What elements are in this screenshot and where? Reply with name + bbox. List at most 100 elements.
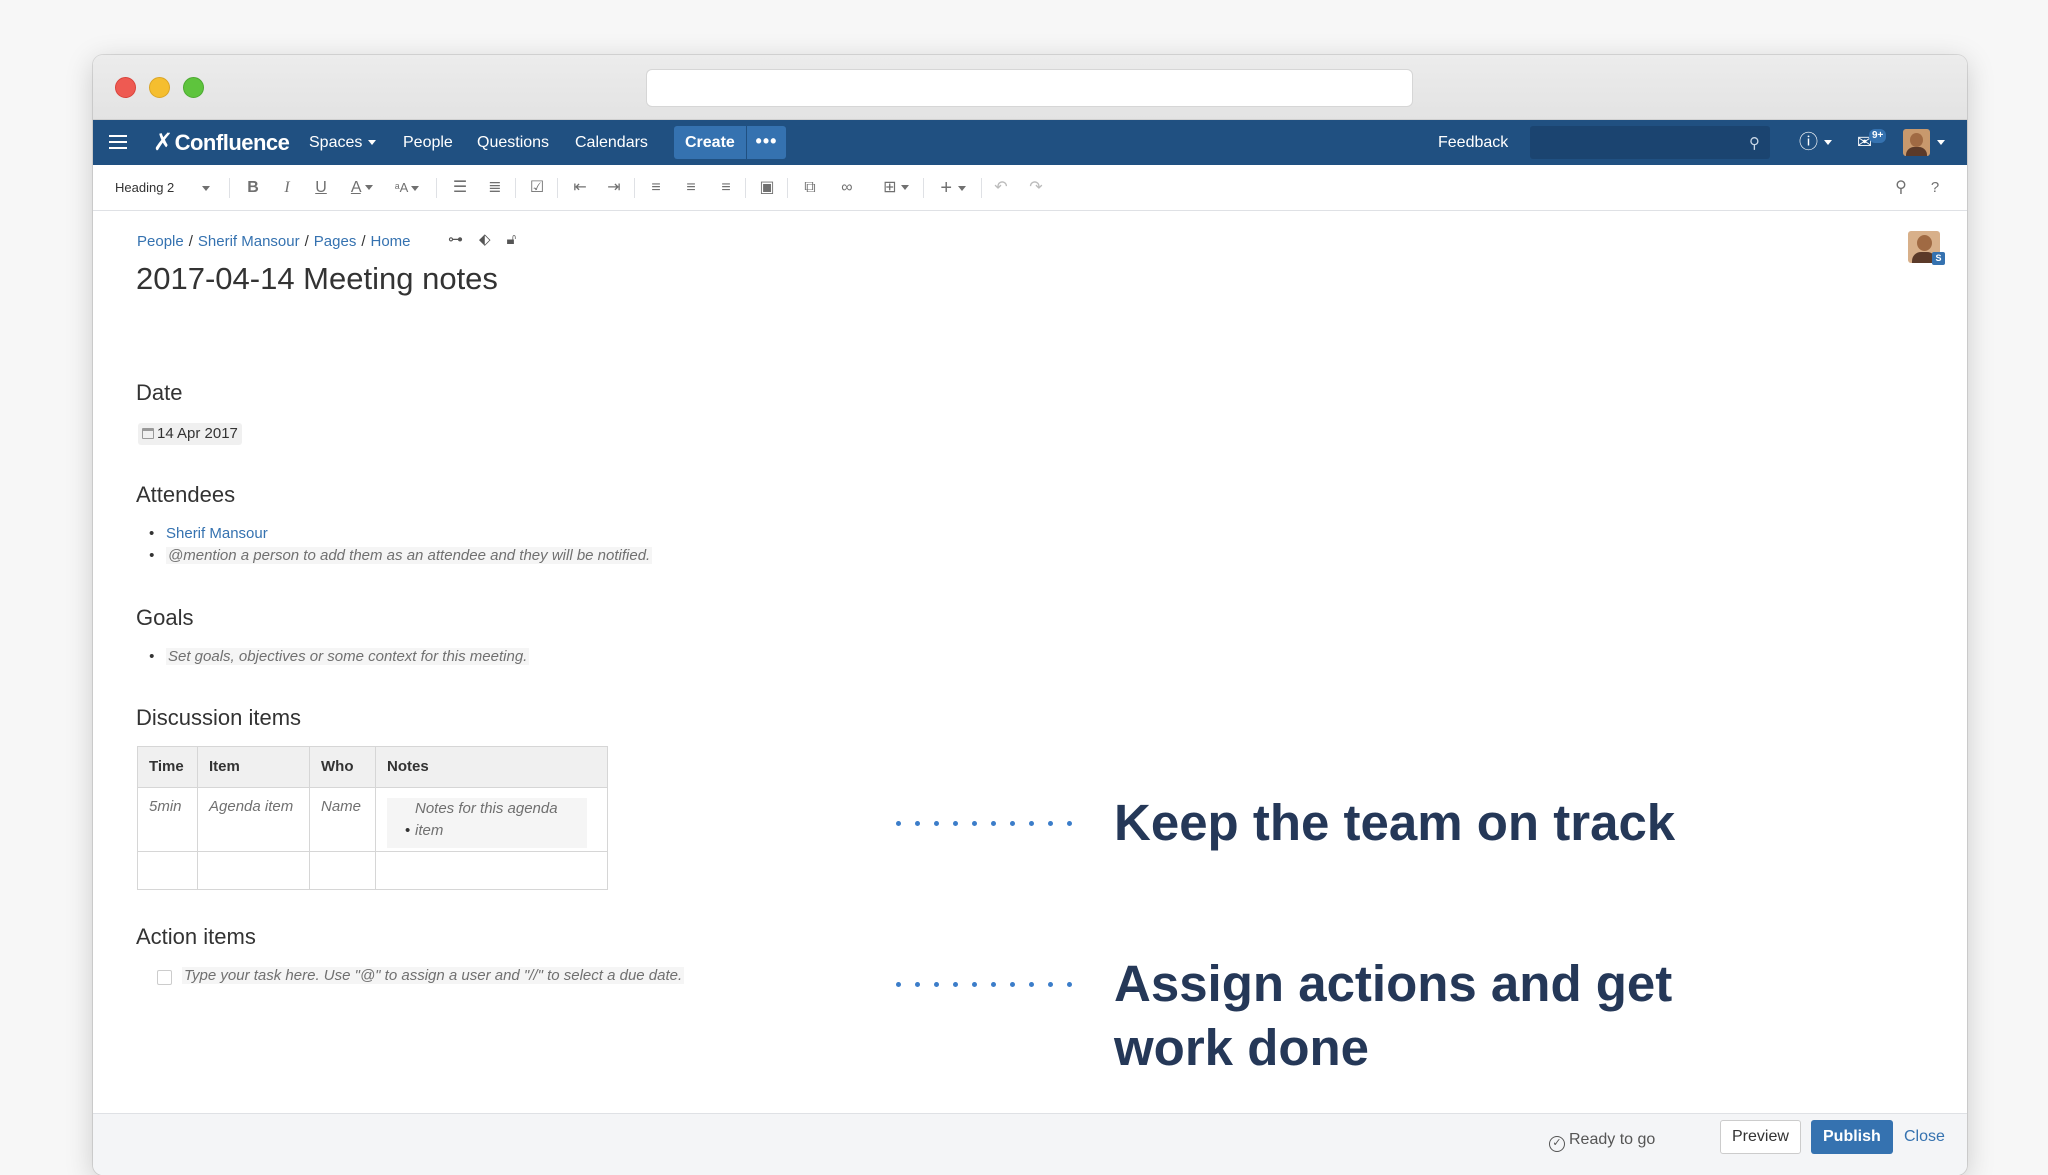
feedback-link[interactable]: Feedback (1438, 120, 1508, 165)
more-formatting-button[interactable]: ᵃA (387, 165, 427, 211)
page-layout-icon[interactable]: ▣ (755, 165, 779, 211)
action-items-heading[interactable]: Action items (136, 924, 256, 950)
create-button[interactable]: Create (674, 126, 746, 159)
numbered-list-icon[interactable]: ≣ (483, 165, 507, 211)
discussion-heading[interactable]: Discussion items (136, 705, 301, 731)
publish-button[interactable]: Publish (1811, 1120, 1893, 1154)
editor-content[interactable]: People / Sherif Mansour / Pages / Home ⊶ ⬖ 🔓︎ S … (93, 212, 1967, 1112)
preview-button[interactable]: Preview (1720, 1120, 1801, 1154)
indent-icon[interactable]: ⇥ (602, 165, 626, 211)
menu-icon[interactable] (107, 120, 129, 165)
save-status: ✓ Ready to go (1549, 1131, 1655, 1152)
breadcrumb-user[interactable]: Sherif Mansour (198, 233, 300, 250)
nav-people[interactable]: People (403, 120, 453, 165)
editor-help-icon[interactable]: ? (1925, 165, 1945, 211)
top-nav: ✗Confluence Spaces People Questions Cale… (93, 120, 1967, 165)
chevron-down-icon (1824, 140, 1833, 146)
breadcrumb-home[interactable]: Home (371, 233, 411, 250)
italic-button[interactable]: I (276, 165, 298, 211)
insert-files-icon[interactable]: ⧉ (798, 165, 822, 211)
chevron-down-icon (900, 185, 909, 191)
user-menu-chevron-icon[interactable] (1931, 120, 1945, 165)
minimize-window-icon[interactable] (149, 77, 170, 98)
nav-questions[interactable]: Questions (477, 120, 549, 165)
check-circle-icon: ✓ (1549, 1136, 1565, 1152)
insert-more-icon[interactable]: + (933, 165, 973, 211)
goals-heading[interactable]: Goals (136, 605, 193, 631)
calendar-icon (142, 428, 154, 439)
undo-icon[interactable]: ↶ (989, 165, 1013, 211)
table-cell-empty[interactable] (197, 851, 310, 890)
table-header-time[interactable]: Time (137, 746, 198, 788)
chevron-down-icon (368, 140, 377, 146)
chevron-down-icon (411, 186, 420, 192)
user-avatar[interactable] (1903, 129, 1930, 156)
attendee-mention[interactable]: Sherif Mansour (149, 525, 268, 542)
search-input[interactable]: ⚲ (1530, 126, 1770, 159)
bullet-list-icon[interactable]: ☰ (448, 165, 472, 211)
table-header-who[interactable]: Who (309, 746, 376, 788)
close-button[interactable]: Close (1904, 1120, 1945, 1154)
chevron-down-icon (957, 186, 966, 192)
task-checkbox[interactable] (157, 970, 172, 985)
callout-keep-on-track: Keep the team on track (1114, 794, 1676, 851)
chevron-down-icon (201, 186, 210, 192)
attendees-heading[interactable]: Attendees (136, 482, 235, 508)
redo-icon[interactable]: ↷ (1024, 165, 1048, 211)
paragraph-style-select[interactable]: Heading 2 (115, 165, 215, 211)
align-right-icon[interactable]: ≡ (714, 165, 738, 211)
table-cell-notes[interactable]: • Notes for this agenda item (375, 787, 608, 852)
notification-badge: 9+ (1869, 129, 1887, 143)
help-icon[interactable]: ⓘ (1799, 120, 1833, 165)
address-bar[interactable] (646, 69, 1413, 107)
create-more-button[interactable]: ••• (746, 126, 786, 159)
table-header-item[interactable]: Item (197, 746, 310, 788)
close-window-icon[interactable] (115, 77, 136, 98)
underline-button[interactable]: U (310, 165, 332, 211)
attendee-placeholder[interactable]: @mention a person to add them as an atte… (149, 547, 653, 564)
page-meta-icons: ⊶ ⬖ 🔓︎ (448, 230, 532, 248)
table-cell-empty[interactable] (137, 851, 198, 890)
editor-footer: ✓ Ready to go Preview Publish Close (93, 1113, 1967, 1175)
link-icon[interactable]: ∞ (835, 165, 859, 211)
confluence-logo-icon: ✗ (153, 129, 173, 156)
nav-spaces[interactable]: Spaces (309, 120, 377, 165)
label-icon[interactable]: ⬖ (479, 231, 491, 248)
table-cell-empty[interactable] (309, 851, 376, 890)
collaborator-badge: S (1932, 252, 1945, 265)
unlock-icon[interactable]: 🔓︎ (507, 231, 517, 248)
page-tree-icon[interactable]: ⊶ (448, 231, 463, 248)
goals-placeholder[interactable]: Set goals, objectives or some context fo… (149, 648, 530, 665)
text-color-button[interactable]: A (344, 165, 380, 211)
callout-dots-2 (896, 982, 1081, 988)
table-header-notes[interactable]: Notes (375, 746, 608, 788)
align-center-icon[interactable]: ≡ (679, 165, 703, 211)
bold-button[interactable]: B (242, 165, 264, 211)
outdent-icon[interactable]: ⇤ (568, 165, 592, 211)
browser-window: ✗Confluence Spaces People Questions Cale… (93, 55, 1967, 1175)
table-icon[interactable]: ⊞ (876, 165, 916, 211)
notifications-icon[interactable]: ✉ (1857, 120, 1872, 165)
search-icon: ⚲ (1749, 135, 1760, 152)
notes-bullet: • Notes for this agenda item (387, 798, 587, 848)
date-heading[interactable]: Date (136, 380, 182, 406)
breadcrumb: People / Sherif Mansour / Pages / Home (137, 233, 411, 250)
table-cell-who[interactable]: Name (309, 787, 376, 852)
align-left-icon[interactable]: ≡ (644, 165, 668, 211)
chevron-down-icon (365, 185, 374, 191)
breadcrumb-people[interactable]: People (137, 233, 184, 250)
find-replace-icon[interactable]: ⚲ (1889, 165, 1913, 211)
maximize-window-icon[interactable] (183, 77, 204, 98)
table-cell-item[interactable]: Agenda item (197, 787, 310, 852)
table-cell-empty[interactable] (375, 851, 608, 890)
discussion-table[interactable]: Time Item Who Notes 5min Agenda item Nam… (137, 746, 608, 890)
callout-dots-1 (896, 821, 1081, 827)
breadcrumb-pages[interactable]: Pages (314, 233, 357, 250)
confluence-logo[interactable]: ✗Confluence (153, 120, 290, 165)
date-lozenge[interactable]: 14 Apr 2017 (138, 423, 242, 445)
page-title[interactable]: 2017-04-14 Meeting notes (136, 261, 498, 297)
task-list-icon[interactable]: ☑ (525, 165, 549, 211)
table-cell-time[interactable]: 5min (137, 787, 198, 852)
task-placeholder[interactable]: Type your task here. Use "@" to assign a… (182, 967, 685, 984)
nav-calendars[interactable]: Calendars (575, 120, 648, 165)
